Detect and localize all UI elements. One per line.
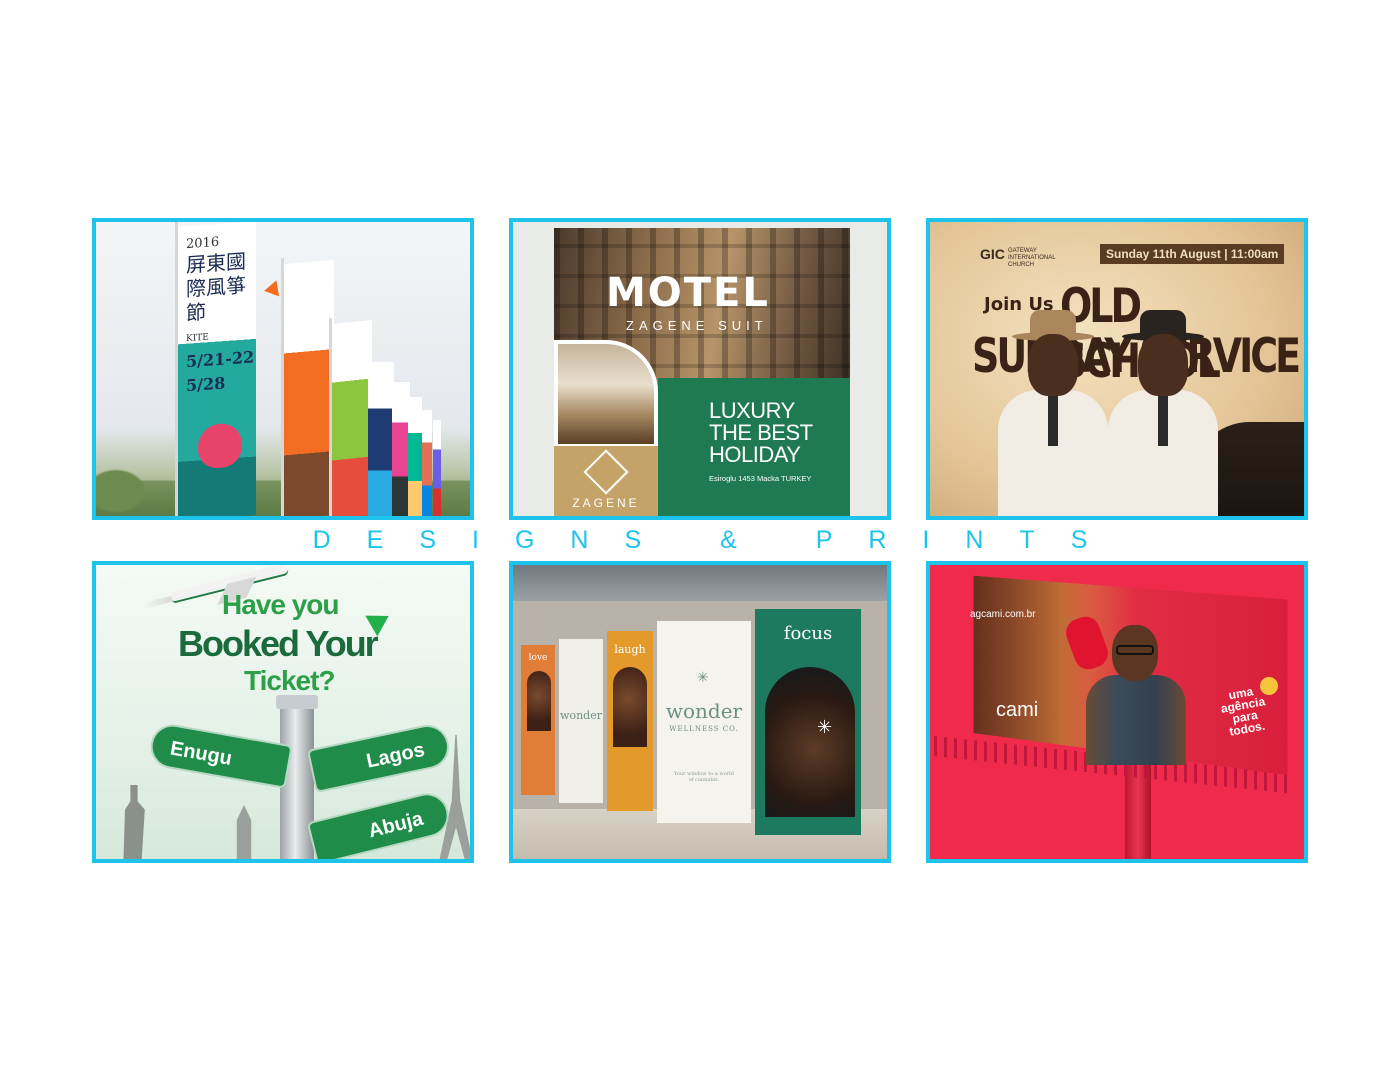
flag-title: 屏東國際風箏節 (186, 248, 246, 326)
zagene-logo-icon (583, 449, 629, 495)
wonder-tagline: Your window to a world of cannabis. (674, 771, 734, 783)
zagene-brand-block: ZAGENE (554, 446, 658, 516)
motel-poster-tile[interactable]: MOTEL ZAGENE SUIT ZAGENE LUXURY THE BEST… (509, 218, 891, 520)
wonder-storefront-tile[interactable]: love wonder laugh ✳ wonder WELLNESS CO. … (509, 561, 891, 863)
poster-focus: focus ✳ (755, 609, 861, 835)
headline-line-3: Ticket? (244, 665, 336, 696)
motel-subtitle: ZAGENE SUIT (626, 318, 768, 333)
smiling-man (1086, 625, 1186, 765)
flag-kite: KITE (186, 332, 209, 345)
service-date: Sunday 11th August | 11:00am (1100, 244, 1285, 264)
headline-line-1: Have you (222, 589, 339, 620)
man-portrait (1108, 310, 1218, 516)
billboard-post (1125, 765, 1151, 859)
poster-laugh: laugh (607, 631, 653, 811)
banner-flag (408, 397, 422, 516)
poster-wonder: ✳ wonder WELLNESS CO. Your window to a w… (657, 621, 751, 823)
man-portrait (998, 310, 1108, 516)
zagene-name: ZAGENE (572, 496, 640, 510)
billboard-url: agcami.com.br (970, 609, 1036, 620)
booked-ticket-tile[interactable]: Have you Booked Your Ticket? Enugu Lagos… (92, 561, 474, 863)
sparkle-icon: ✳ (817, 717, 833, 737)
motel-address: Esiroglu 1453 Macka TURKEY (709, 474, 812, 483)
motel-headline: LUXURY THE BEST HOLIDAY (709, 398, 813, 467)
section-caption: DESIGNS & PRINTS (312, 526, 1124, 554)
cami-slogan: uma agência para todos. (1219, 684, 1267, 739)
octopus-illustration (198, 422, 242, 470)
banner-flag (368, 362, 394, 516)
sparkle-icon: ✳ (697, 669, 709, 685)
lobby-photo-arch (554, 340, 658, 448)
church-name: GATEWAY INTERNATIONAL CHURCH (1008, 248, 1056, 268)
banner-flag (281, 258, 334, 516)
cami-logo: cami (996, 699, 1039, 721)
flag-date-2: 5/28 (186, 373, 226, 396)
motel-poster: MOTEL ZAGENE SUIT ZAGENE LUXURY THE BEST… (554, 228, 850, 516)
cami-billboard-tile[interactable]: agcami.com.br cami uma agência para todo… (926, 561, 1308, 863)
woman-portrait (765, 667, 855, 817)
ceiling (513, 565, 887, 601)
banner-flag (329, 318, 372, 516)
banner-flag (433, 420, 441, 516)
wonder-brand-sub: WELLNESS CO. (669, 725, 739, 733)
sunday-service-tile[interactable]: GIC GATEWAY INTERNATIONAL CHURCH Sunday … (926, 218, 1308, 520)
poster-love: love (521, 645, 555, 795)
flag-date-1: 5/21-22 (186, 347, 255, 372)
motel-title: MOTEL (606, 270, 770, 316)
poster-wonder-small: wonder (559, 639, 603, 803)
kite-festival-tile[interactable]: 2016 屏東國際風箏節 KITE 5/21-22 5/28 (92, 218, 474, 520)
wonder-brand: wonder (665, 699, 743, 723)
banner-flag-main: 2016 屏東國際風箏節 KITE 5/21-22 5/28 (175, 222, 256, 516)
banner-flag (422, 410, 432, 516)
headline-line-2: Booked Your (178, 623, 379, 664)
church-logo: GIC (980, 246, 1005, 262)
